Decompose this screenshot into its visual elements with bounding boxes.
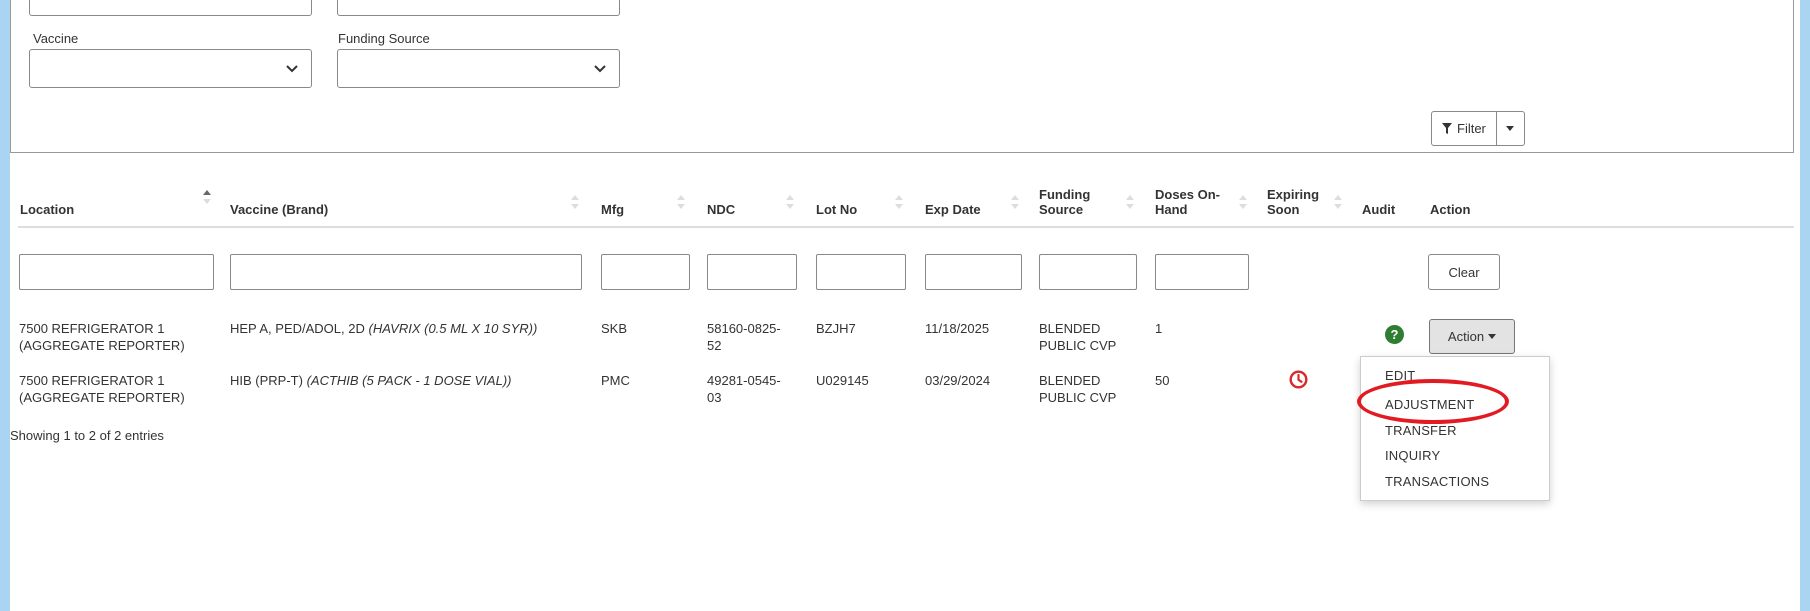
row1-lot: BZJH7 [816, 321, 856, 336]
sort-icon [786, 195, 794, 209]
filter-input-ndc[interactable] [707, 254, 797, 290]
menu-item-adjustment[interactable]: ADJUSTMENT [1385, 397, 1474, 412]
col-header-action: Action [1430, 202, 1471, 217]
filter-button[interactable]: Filter [1431, 111, 1497, 146]
action-button[interactable]: Action [1429, 319, 1515, 354]
filter-input-funding-source[interactable] [1039, 254, 1137, 290]
row2-vaccine-name: HIB (PRP-T) [230, 373, 307, 388]
funding-source-select[interactable] [337, 49, 620, 88]
clock-icon [1289, 370, 1308, 389]
caret-down-icon [1506, 126, 1515, 131]
action-dropdown-menu: EDIT ADJUSTMENT TRANSFER INQUIRY TRANSAC… [1360, 356, 1550, 501]
chevron-down-icon [594, 65, 606, 73]
row2-location-line1: 7500 REFRIGERATOR 1 [19, 373, 165, 388]
col-header-expiring-line2: Soon [1267, 202, 1300, 217]
filter-button-group: Filter [1431, 111, 1525, 146]
col-header-doses-line2: Hand [1155, 202, 1188, 217]
col-header-vaccine-brand[interactable]: Vaccine (Brand) [230, 202, 328, 217]
table-row: 7500 REFRIGERATOR 1 (AGGREGATE REPORTER) [19, 320, 185, 354]
row2-doses: 50 [1155, 373, 1170, 388]
row1-brand: (HAVRIX (0.5 ML X 10 SYR)) [368, 321, 538, 336]
row2-funding: BLENDED PUBLIC CVP [1039, 372, 1116, 406]
header-divider [18, 226, 1794, 228]
row2-exp: 03/29/2024 [925, 373, 991, 388]
row1-funding: BLENDED PUBLIC CVP [1039, 320, 1116, 354]
col-header-funding-source[interactable]: Funding Source [1039, 187, 1090, 217]
sort-icon [1126, 195, 1134, 209]
row1-ndc-line2: 52 [707, 338, 722, 353]
row2-funding-line1: BLENDED [1039, 373, 1101, 388]
vaccine-brand-select-partial[interactable] [337, 0, 620, 16]
vaccine-label: Vaccine [33, 31, 79, 46]
sort-icon [895, 195, 903, 209]
funnel-icon [1442, 123, 1452, 134]
col-header-ndc[interactable]: NDC [707, 202, 735, 217]
row2-mfg: PMC [601, 373, 630, 388]
row2-vaccine: HIB (PRP-T) (ACTHIB (5 PACK - 1 DOSE VIA… [230, 372, 511, 389]
row1-funding-line1: BLENDED [1039, 321, 1101, 336]
menu-item-transactions[interactable]: TRANSACTIONS [1385, 474, 1489, 489]
col-header-expiring-soon[interactable]: Expiring Soon [1267, 187, 1319, 217]
col-header-doses-on-hand[interactable]: Doses On- Hand [1155, 187, 1220, 217]
caret-down-icon [1488, 334, 1497, 339]
svg-text:?: ? [1391, 327, 1399, 342]
col-header-funding-line1: Funding [1039, 187, 1091, 202]
filter-button-label: Filter [1457, 121, 1486, 136]
sort-asc-icon [203, 190, 211, 204]
sort-icon [677, 195, 685, 209]
filter-panel: Vaccine Funding Source Filter [10, 0, 1794, 153]
menu-item-edit[interactable]: EDIT [1385, 368, 1415, 383]
sort-icon [1011, 195, 1019, 209]
filter-input-mfg[interactable] [601, 254, 690, 290]
vaccine-select[interactable] [29, 49, 312, 88]
clear-button[interactable]: Clear [1428, 254, 1500, 290]
sort-icon [1334, 195, 1342, 209]
action-button-label: Action [1447, 329, 1485, 344]
location-select-partial[interactable] [29, 0, 312, 16]
col-header-location[interactable]: Location [20, 202, 74, 217]
row2-funding-line2: PUBLIC CVP [1039, 390, 1117, 405]
row1-funding-line2: PUBLIC CVP [1039, 338, 1117, 353]
col-header-exp-date[interactable]: Exp Date [925, 202, 981, 217]
chevron-down-icon [286, 65, 298, 73]
table-info: Showing 1 to 2 of 2 entries [10, 428, 164, 443]
row1-ndc: 58160-0825- 52 [707, 320, 781, 354]
row2-ndc-line1: 49281-0545- [707, 373, 781, 388]
sort-icon [1239, 195, 1247, 209]
row1-doses: 1 [1155, 321, 1163, 336]
menu-item-inquiry[interactable]: INQUIRY [1385, 448, 1440, 463]
row1-vaccine-name: HEP A, PED/ADOL, 2D [230, 321, 369, 336]
filter-options-toggle[interactable] [1496, 111, 1525, 146]
filter-input-lot-no[interactable] [816, 254, 906, 290]
row1-ndc-line1: 58160-0825- [707, 321, 781, 336]
col-header-audit: Audit [1362, 202, 1396, 217]
filter-input-doses[interactable] [1155, 254, 1249, 290]
col-header-expiring-line1: Expiring [1267, 187, 1320, 202]
menu-item-transfer[interactable]: TRANSFER [1385, 423, 1457, 438]
row1-location-line1: 7500 REFRIGERATOR 1 [19, 321, 165, 336]
inventory-page: Vaccine Funding Source Filter Location V… [10, 0, 1800, 611]
row2-ndc: 49281-0545- 03 [707, 372, 781, 406]
row2-brand: (ACTHIB (5 PACK - 1 DOSE VIAL)) [306, 373, 512, 388]
row1-location-line2: (AGGREGATE REPORTER) [19, 338, 185, 353]
sort-icon [571, 195, 579, 209]
col-header-mfg[interactable]: Mfg [601, 202, 624, 217]
row2-ndc-line2: 03 [707, 390, 722, 405]
funding-source-label: Funding Source [338, 31, 430, 46]
filter-input-location[interactable] [19, 254, 214, 290]
row1-mfg: SKB [601, 321, 628, 336]
col-header-doses-line1: Doses On- [1155, 187, 1221, 202]
table-row: 7500 REFRIGERATOR 1 (AGGREGATE REPORTER) [19, 372, 185, 406]
col-header-lot-no[interactable]: Lot No [816, 202, 857, 217]
row2-lot: U029145 [816, 373, 869, 388]
filter-input-exp-date[interactable] [925, 254, 1022, 290]
row1-vaccine: HEP A, PED/ADOL, 2D (HAVRIX (0.5 ML X 10… [230, 320, 537, 337]
row2-location-line2: (AGGREGATE REPORTER) [19, 390, 185, 405]
question-circle-icon[interactable]: ? [1385, 325, 1404, 344]
row1-exp: 11/18/2025 [925, 321, 990, 336]
filter-input-vaccine-brand[interactable] [230, 254, 582, 290]
col-header-funding-line2: Source [1039, 202, 1084, 217]
